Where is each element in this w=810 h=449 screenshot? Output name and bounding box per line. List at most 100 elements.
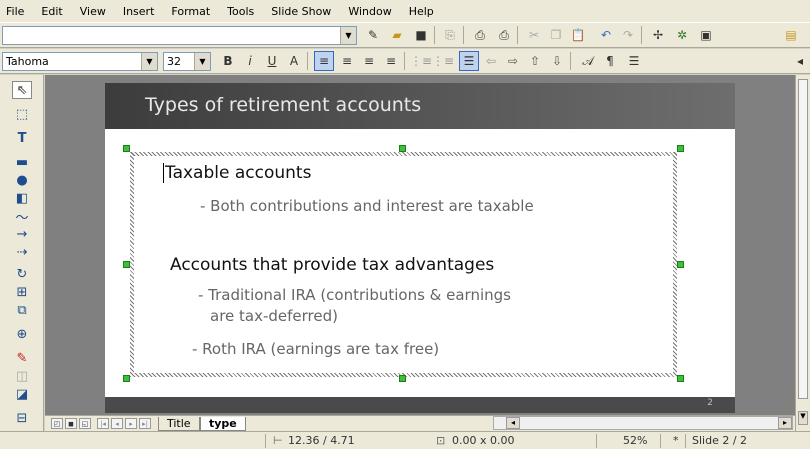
rectangle-icon[interactable]: ▬: [12, 153, 32, 171]
next-tab-icon[interactable]: ▸: [125, 418, 137, 429]
font-name-combo[interactable]: Tahoma ▼: [2, 52, 158, 71]
underline-icon[interactable]: U: [262, 51, 282, 71]
menu-insert[interactable]: Insert: [123, 5, 155, 18]
status-modified: *: [673, 434, 679, 447]
align-right-icon[interactable]: ≡: [359, 51, 379, 71]
toolbar-overflow-icon[interactable]: ◂: [790, 51, 810, 71]
resize-handle-bc[interactable]: [399, 375, 406, 382]
font-size-combo[interactable]: 32 ▼: [163, 52, 211, 71]
bullet-level2-roth-ira[interactable]: - Roth IRA (earnings are tax free): [192, 340, 439, 358]
menu-edit[interactable]: Edit: [41, 5, 62, 18]
menu-format[interactable]: Format: [171, 5, 210, 18]
effects-icon[interactable]: ✎: [12, 349, 32, 367]
horizontal-scrollbar[interactable]: ◂ ▸: [493, 416, 793, 430]
slide-canvas[interactable]: Types of retirement accounts Taxable acc…: [105, 83, 735, 413]
slide-work-area[interactable]: Types of retirement accounts Taxable acc…: [45, 75, 795, 415]
print-icon[interactable]: ⎙: [494, 25, 514, 45]
3d-controller-icon[interactable]: ◫: [12, 367, 32, 385]
line-icon[interactable]: →: [12, 225, 32, 243]
prev-tab-icon[interactable]: ◂: [111, 418, 123, 429]
select-arrow-icon[interactable]: ⇖: [12, 81, 32, 99]
resize-handle-tl[interactable]: [123, 145, 130, 152]
bullet-level1-tax-advantages[interactable]: Accounts that provide tax advantages: [170, 255, 494, 275]
redo-icon[interactable]: ↷: [618, 25, 638, 45]
menu-help[interactable]: Help: [409, 5, 434, 18]
bullets-off-icon[interactable]: ⋮≡: [432, 51, 454, 71]
apply-style-combo[interactable]: ▼: [2, 26, 357, 45]
justify-icon[interactable]: ≡: [381, 51, 401, 71]
text-icon[interactable]: T: [12, 129, 32, 147]
view-notes-icon[interactable]: ◱: [79, 418, 91, 429]
ellipse-icon[interactable]: ●: [12, 171, 32, 189]
save-icon[interactable]: ■: [411, 25, 431, 45]
last-tab-icon[interactable]: ▸|: [139, 418, 151, 429]
interaction-icon[interactable]: ⊟: [12, 409, 32, 427]
arrow-right-icon[interactable]: ⇨: [503, 51, 523, 71]
scroll-right-icon[interactable]: ▸: [778, 417, 792, 429]
status-zoom[interactable]: 52%: [623, 434, 647, 448]
rotate-icon[interactable]: ↻: [12, 265, 32, 283]
bullet-level2-traditional-ira[interactable]: - Traditional IRA (contributions & earni…: [198, 286, 511, 304]
scroll-thumb[interactable]: [798, 79, 808, 399]
menu-window[interactable]: Window: [348, 5, 391, 18]
vertical-scrollbar[interactable]: ▼: [795, 75, 810, 431]
bullets-numbering-icon[interactable]: ☰: [624, 51, 644, 71]
3d-object-icon[interactable]: ◧: [12, 189, 32, 207]
zoom-icon[interactable]: ⬚: [12, 105, 32, 123]
font-color-icon[interactable]: A: [284, 51, 304, 71]
scroll-left-icon[interactable]: ◂: [506, 417, 520, 429]
print-preview-icon[interactable]: ⎙: [470, 25, 490, 45]
navigator-icon[interactable]: ✲: [672, 25, 692, 45]
italic-icon[interactable]: i: [240, 51, 260, 71]
bullet-level1-taxable[interactable]: Taxable accounts: [165, 163, 311, 183]
paragraph-icon[interactable]: ¶: [600, 51, 620, 71]
bullet-level2-traditional-ira-cont[interactable]: are tax-deferred): [210, 307, 338, 325]
align-center-icon[interactable]: ≡: [337, 51, 357, 71]
data-sources-icon[interactable]: ▤: [781, 25, 801, 45]
slide-title[interactable]: Types of retirement accounts: [145, 94, 421, 116]
copy-icon[interactable]: ❐: [546, 25, 566, 45]
export-pdf-icon[interactable]: ⎘: [440, 25, 460, 45]
bold-icon[interactable]: B: [218, 51, 238, 71]
paste-icon[interactable]: 📋: [568, 25, 588, 45]
resize-handle-tr[interactable]: [677, 145, 684, 152]
edit-file-icon[interactable]: ✎: [363, 25, 383, 45]
arrange-icon[interactable]: ⧉: [12, 301, 32, 319]
menu-view[interactable]: View: [80, 5, 106, 18]
animation-icon[interactable]: ◪: [12, 385, 32, 403]
insert-icon[interactable]: ⊕: [12, 325, 32, 343]
view-normal-icon[interactable]: ◰: [51, 418, 63, 429]
menu-tools[interactable]: Tools: [227, 5, 254, 18]
menu-slide-show[interactable]: Slide Show: [271, 5, 331, 18]
tab-title[interactable]: Title: [158, 417, 200, 431]
character-icon[interactable]: 𝒜: [578, 51, 598, 71]
chevron-down-icon[interactable]: ▼: [141, 53, 157, 70]
first-tab-icon[interactable]: |◂: [97, 418, 109, 429]
bullets-icon[interactable]: ☰: [459, 51, 479, 71]
connector-icon[interactable]: ⇢: [12, 243, 32, 261]
resize-handle-mr[interactable]: [677, 261, 684, 268]
chevron-down-icon[interactable]: ▼: [194, 53, 210, 70]
resize-handle-br[interactable]: [677, 375, 684, 382]
open-folder-icon[interactable]: ▰: [387, 25, 407, 45]
undo-icon[interactable]: ↶: [596, 25, 616, 45]
align-left-icon[interactable]: ≡: [314, 51, 334, 71]
view-outline-icon[interactable]: ◼: [65, 418, 77, 429]
gallery-icon[interactable]: ▣: [696, 25, 716, 45]
menu-file[interactable]: File: [6, 5, 24, 18]
resize-handle-bl[interactable]: [123, 375, 130, 382]
tab-type[interactable]: type: [200, 417, 246, 431]
bullet-level2-taxable[interactable]: - Both contributions and interest are ta…: [200, 197, 534, 215]
arrow-up-icon[interactable]: ⇧: [525, 51, 545, 71]
alignment-icon[interactable]: ⊞: [12, 283, 32, 301]
cut-icon[interactable]: ✂: [524, 25, 544, 45]
curve-icon[interactable]: 〜: [12, 207, 32, 226]
arrow-left-icon[interactable]: ⇦: [481, 51, 501, 71]
scroll-down-icon[interactable]: ▼: [798, 411, 808, 425]
arrow-down-icon[interactable]: ⇩: [547, 51, 567, 71]
resize-handle-tc[interactable]: [399, 145, 406, 152]
chevron-down-icon[interactable]: ▼: [340, 27, 356, 44]
hyperlink-icon[interactable]: ✢: [648, 25, 668, 45]
resize-handle-ml[interactable]: [123, 261, 130, 268]
numbering-icon[interactable]: ⋮≡: [410, 51, 432, 71]
